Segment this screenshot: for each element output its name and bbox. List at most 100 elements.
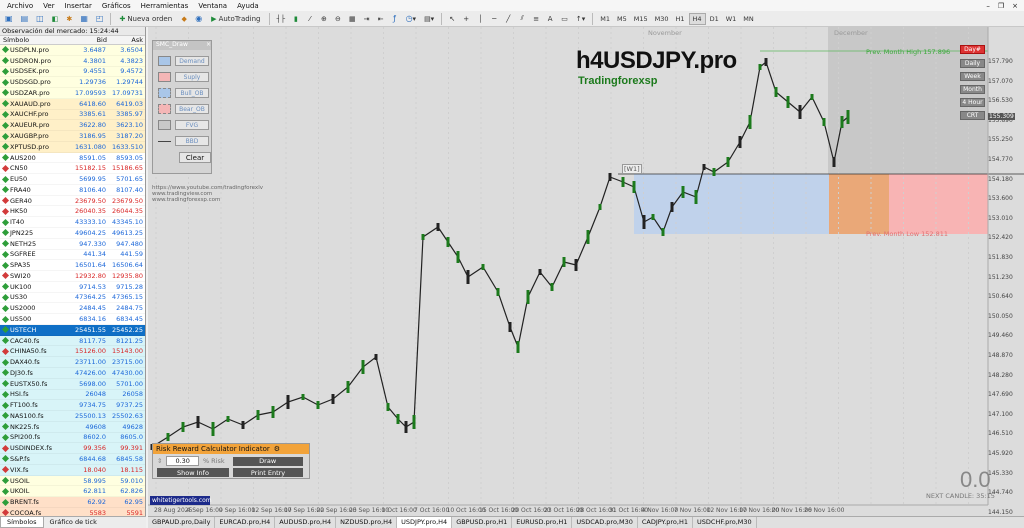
chart-window[interactable]: November December h4USDJPY.pro Tradingfo… [148, 27, 1024, 516]
autotrading-button[interactable]: ▶ AutoTrading [207, 12, 264, 25]
chart-tab[interactable]: EURUSD.pro,H1 [512, 517, 573, 528]
periods-icon[interactable]: ◷ ▾ [403, 12, 420, 25]
metaeditor-icon[interactable]: ◆ [178, 12, 190, 25]
market-watch-row[interactable]: FT100.fs 9734.75 9737.25 [0, 400, 145, 412]
bar-chart-icon[interactable]: ┤├ [274, 12, 288, 25]
risk-stepper-icon[interactable]: ⇕ [157, 457, 162, 465]
market-watch-row[interactable]: NETH25 947.330 947.480 [0, 238, 145, 250]
market-watch-row[interactable]: IT40 43333.10 43345.10 [0, 217, 145, 229]
new-order-button[interactable]: ✚ Nueva orden [115, 12, 176, 25]
market-watch-row[interactable]: USDRON.pro 4.3801 4.3823 [0, 55, 145, 67]
label-icon[interactable]: ▭ [558, 12, 571, 25]
market-watch-row[interactable]: CAC40.fs 8117.75 8121.25 [0, 335, 145, 347]
timeframe-m1[interactable]: M1 [597, 13, 613, 25]
menu-item-6[interactable]: Ayuda [232, 2, 264, 10]
chart-tab[interactable]: USDJPY.pro,H4 [397, 517, 453, 528]
timeframe-w1[interactable]: W1 [723, 13, 740, 25]
clear-button[interactable]: Clear [179, 152, 211, 163]
market-watch-row[interactable]: UKOIL 62.811 62.826 [0, 486, 145, 498]
horizontal-line-icon[interactable]: ─ [488, 12, 500, 25]
market-watch-row[interactable]: XAUGBP.pro 3186.95 3187.20 [0, 131, 145, 142]
market-watch-row[interactable]: S&P.fs 6844.68 6845.58 [0, 454, 145, 465]
autoscroll-icon[interactable]: ⇥ [361, 12, 373, 25]
vertical-line-icon[interactable]: │ [474, 12, 486, 25]
menu-item-3[interactable]: Gráficos [97, 2, 136, 10]
settings-gear-icon[interactable]: ⚙ [274, 445, 280, 453]
market-watch-row[interactable]: HK50 26040.35 26044.35 [0, 206, 145, 218]
chart-tab[interactable]: USDCHF.pro,M30 [693, 517, 757, 528]
column-bid[interactable]: Bid [70, 36, 107, 44]
chart-tab[interactable]: AUDUSD.pro,H4 [275, 517, 337, 528]
indicators-icon[interactable]: ƒ [389, 12, 401, 25]
signals-icon[interactable]: ◉ [192, 12, 205, 25]
supply-button[interactable]: Suply [175, 72, 209, 82]
tf-button-month[interactable]: Month [960, 85, 985, 94]
market-watch-row[interactable]: USTECH 25451.55 25452.25 [0, 324, 145, 336]
bbd-button[interactable]: BBD [175, 136, 209, 146]
fibo-icon[interactable]: ≡ [530, 12, 542, 25]
market-watch-row[interactable]: FRA40 8106.40 8107.40 [0, 184, 145, 196]
data-window-icon[interactable]: ◧ [49, 12, 62, 25]
tf-button-week[interactable]: Week [960, 72, 985, 81]
market-watch-row[interactable]: AUS200 8591.05 8593.05 [0, 152, 145, 164]
market-watch-row[interactable]: COCOA.fs 5583 5591 [0, 507, 145, 516]
zoom-in-icon[interactable]: ⊕ [318, 12, 330, 25]
close-icon[interactable]: × [1012, 2, 1018, 10]
candlestick-icon[interactable]: ▮ [290, 12, 302, 25]
show-info-button[interactable]: Show Info [157, 468, 229, 477]
market-watch-row[interactable]: USDSGD.pro 1.29736 1.29744 [0, 77, 145, 89]
tf-button-crt[interactable]: CRT [960, 111, 985, 120]
chart-tab[interactable]: GBPUSD.pro,H1 [452, 517, 513, 528]
market-watch-row[interactable]: SGFREE 441.34 441.59 [0, 249, 145, 261]
tester-icon[interactable]: ◰ [93, 12, 107, 25]
market-watch-row[interactable]: VIX.fs 18.040 18.115 [0, 464, 145, 476]
market-watch-row[interactable]: DJ30.fs 47426.00 47430.00 [0, 367, 145, 379]
restore-icon[interactable]: ❐ [998, 2, 1004, 10]
text-icon[interactable]: A [544, 12, 556, 25]
market-watch-row[interactable]: SPA35 16501.64 16506.64 [0, 260, 145, 272]
market-watch-row[interactable]: JPN225 49604.25 49613.25 [0, 228, 145, 239]
tf-button-day[interactable]: Day# [960, 45, 985, 54]
tf-button-daily[interactable]: Daily [960, 59, 985, 68]
timeframe-m30[interactable]: M30 [652, 13, 672, 25]
market-watch-row[interactable]: US30 47364.25 47365.15 [0, 292, 145, 304]
menu-item-4[interactable]: Herramientas [136, 2, 194, 10]
whitetiger-link[interactable]: whitetigertools.com [150, 496, 212, 505]
menu-item-2[interactable]: Insertar [60, 2, 97, 10]
timeframe-h4[interactable]: H4 [688, 12, 706, 25]
column-symbol[interactable]: Símbolo [0, 36, 70, 44]
column-ask[interactable]: Ask [107, 36, 143, 44]
print-entry-button[interactable]: Print Entry [233, 468, 303, 477]
market-watch-row[interactable]: CHINA50.fs 15126.00 15143.00 [0, 346, 145, 358]
market-watch-row[interactable]: US2000 2484.45 2484.75 [0, 303, 145, 315]
market-watch-row[interactable]: USDSEK.pro 9.4551 9.4572 [0, 66, 145, 78]
market-watch-row[interactable]: GER40 23679.50 23679.50 [0, 195, 145, 207]
market-watch-icon[interactable]: ◫ [33, 12, 47, 25]
market-watch-row[interactable]: NK225.fs 49608 49628 [0, 421, 145, 433]
market-watch-row[interactable]: EU50 5699.95 5701.65 [0, 174, 145, 185]
market-watch-row[interactable]: XPTUSD.pro 1631.080 1633.510 [0, 141, 145, 153]
terminal-icon[interactable]: ▦ [77, 12, 91, 25]
chart-tab[interactable]: EURCAD.pro,H4 [215, 517, 276, 528]
market-watch-row[interactable]: US500 6834.16 6834.45 [0, 314, 145, 325]
market-watch-row[interactable]: USOIL 58.995 59.010 [0, 475, 145, 487]
timeframe-m15[interactable]: M15 [631, 13, 651, 25]
timeframe-m5[interactable]: M5 [614, 13, 630, 25]
market-watch-row[interactable]: XAUEUR.pro 3622.80 3623.10 [0, 120, 145, 132]
market-watch-row[interactable]: SWI20 12932.80 12935.80 [0, 271, 145, 282]
market-watch-row[interactable]: USDPLN.pro 3.6487 3.6504 [0, 45, 145, 56]
market-watch-row[interactable]: NAS100.fs 25500.13 25502.63 [0, 411, 145, 422]
market-watch-row[interactable]: USDINDEX.fs 99.356 99.391 [0, 443, 145, 455]
tab-tick-chart[interactable]: Gráfico de tick [44, 517, 103, 528]
timeframe-h1[interactable]: H1 [673, 13, 688, 25]
crosshair-icon[interactable]: + [460, 12, 472, 25]
panel-close-icon[interactable]: × [206, 41, 211, 50]
tf-button-4hour[interactable]: 4 Hour [960, 98, 985, 107]
zoom-out-icon[interactable]: ⊖ [332, 12, 344, 25]
new-chart-icon[interactable]: ▣ [2, 12, 16, 25]
cursor-icon[interactable]: ↖ [446, 12, 458, 25]
market-watch-row[interactable]: HSI.fs 26048 26058 [0, 389, 145, 401]
tab-symbols[interactable]: Símbolos [0, 517, 44, 528]
chart-tab[interactable]: NZDUSD.pro,H4 [336, 517, 398, 528]
market-watch-row[interactable]: DAX40.fs 23711.00 23715.00 [0, 357, 145, 368]
